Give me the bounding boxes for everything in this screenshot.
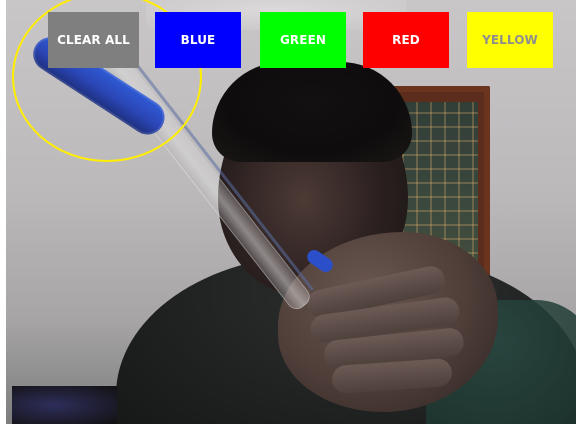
green-color-button[interactable]: GREEN (260, 12, 346, 68)
blue-color-button[interactable]: BLUE (155, 12, 241, 68)
person-hair (212, 62, 412, 162)
background-object (12, 386, 117, 424)
color-toolbar: CLEAR ALL BLUE GREEN RED YELLOW (6, 0, 576, 70)
yellow-color-button[interactable]: YELLOW (467, 12, 553, 68)
clear-all-button[interactable]: CLEAR ALL (48, 12, 139, 68)
red-color-button[interactable]: RED (363, 12, 449, 68)
camera-feed: CLEAR ALL BLUE GREEN RED YELLOW (6, 0, 576, 424)
